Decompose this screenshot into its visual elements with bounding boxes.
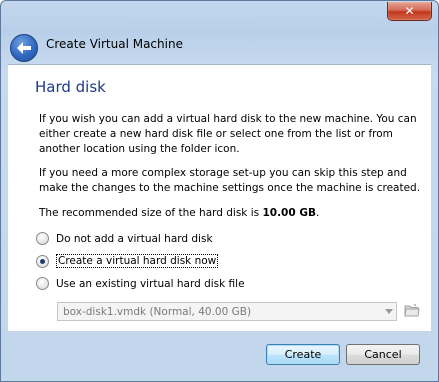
existing-disk-select[interactable]: box-disk1.vmdk (Normal, 40.00 GB): [57, 302, 397, 321]
option-create-disk-label: Create a virtual hard disk now: [56, 254, 219, 268]
option-create-disk[interactable]: Create a virtual hard disk now: [36, 254, 219, 268]
recommended-prefix: The recommended size of the hard disk is: [39, 207, 263, 219]
chevron-down-icon: [385, 309, 393, 314]
radio-create-disk[interactable]: [36, 254, 49, 268]
wizard-title: Create Virtual Machine: [46, 37, 183, 51]
option-no-disk-label: Do not add a virtual hard disk: [56, 232, 213, 245]
option-no-disk[interactable]: Do not add a virtual hard disk: [36, 232, 213, 245]
page-title: Hard disk: [35, 78, 106, 96]
dialog-window: ✕ Create Virtual Machine Hard disk If yo…: [0, 0, 439, 382]
intro-text: If you wish you can add a virtual hard d…: [39, 113, 417, 155]
recommended-size-text: The recommended size of the hard disk is…: [39, 206, 424, 221]
wizard-page: Hard disk If you wish you can add a virt…: [8, 64, 431, 331]
storage-hint-text: If you need a more complex storage set-u…: [39, 167, 421, 194]
wizard-header: Create Virtual Machine: [1, 25, 438, 67]
create-button[interactable]: Create: [266, 344, 340, 365]
recommended-suffix: .: [315, 207, 320, 219]
choose-disk-file-button[interactable]: [403, 301, 421, 319]
existing-disk-value: box-disk1.vmdk (Normal, 40.00 GB): [63, 305, 252, 318]
radio-no-disk[interactable]: [36, 232, 49, 245]
title-bar: ✕: [1, 1, 438, 25]
option-existing-disk[interactable]: Use an existing virtual hard disk file: [36, 277, 245, 290]
close-icon: ✕: [404, 4, 415, 18]
close-button[interactable]: ✕: [387, 2, 432, 21]
cancel-button[interactable]: Cancel: [346, 344, 420, 365]
recommended-size-value: 10.00 GB: [262, 207, 316, 219]
option-existing-disk-label: Use an existing virtual hard disk file: [56, 277, 245, 290]
back-arrow-icon: [17, 42, 31, 54]
radio-existing-disk[interactable]: [36, 277, 49, 290]
back-button[interactable]: [10, 34, 38, 62]
folder-icon: [404, 304, 420, 317]
button-bar: Create Cancel: [1, 331, 438, 381]
